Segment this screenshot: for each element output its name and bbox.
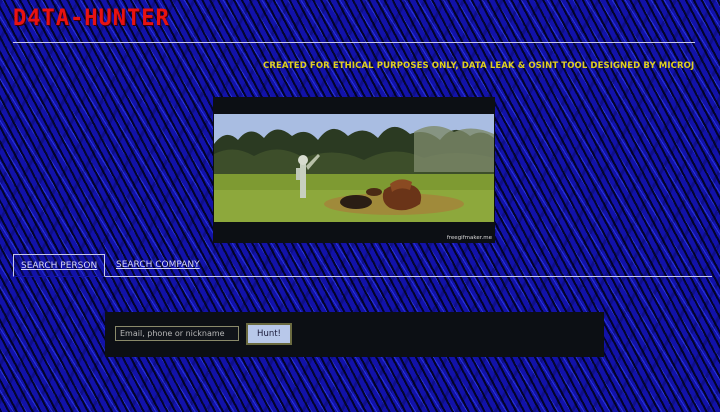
marquee-text: CREATED FOR ETHICAL PURPOSES ONLY, DATA … xyxy=(263,61,695,71)
hunt-button[interactable]: Hunt! xyxy=(246,323,292,345)
animated-gif: freegifmaker.me xyxy=(213,97,495,243)
search-tabs: SEARCH PERSON SEARCH COMPANY xyxy=(13,254,712,277)
page-title: D4TA-HUNTER xyxy=(13,6,170,31)
tab-search-person[interactable]: SEARCH PERSON xyxy=(13,254,106,277)
tab-search-person-label: SEARCH PERSON xyxy=(21,261,98,271)
gif-frame xyxy=(214,114,494,222)
tab-search-company-label: SEARCH COMPANY xyxy=(116,260,200,270)
gif-watermark: freegifmaker.me xyxy=(446,235,492,241)
title-divider xyxy=(13,42,695,43)
marquee-banner: CREATED FOR ETHICAL PURPOSES ONLY, DATA … xyxy=(263,61,695,71)
search-input[interactable] xyxy=(115,326,239,341)
tab-search-company[interactable]: SEARCH COMPANY xyxy=(109,254,207,275)
gif-scene xyxy=(214,114,494,222)
search-panel: Hunt! xyxy=(105,312,604,357)
